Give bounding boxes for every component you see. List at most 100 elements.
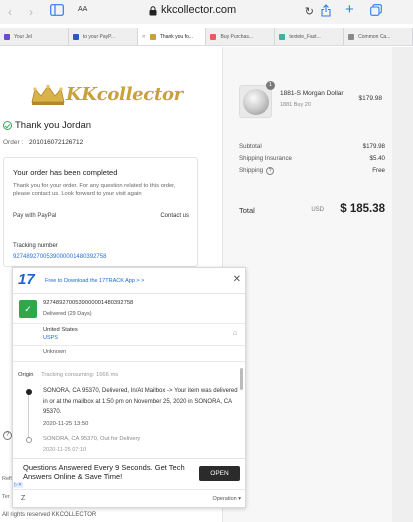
product-price: $179.98	[358, 95, 383, 102]
kkcollector-logo[interactable]: KKcollector	[30, 82, 183, 108]
tracking-popup-header: 17 Free to Download the 17TRACK App > > …	[13, 268, 245, 294]
url-text[interactable]: kkcollector.com	[161, 4, 236, 16]
browser-tab[interactable]: textele_Fast...	[275, 28, 345, 45]
popup-tracking-number: 9274892700539000001480392758	[43, 300, 134, 306]
refund-link[interactable]: Refl	[2, 476, 12, 482]
ad-close-icon[interactable]: ▷✕	[13, 482, 24, 488]
origin-header: Origin Tracking consuming: 1666 ms	[18, 372, 118, 378]
browser-tab[interactable]: Buy Purchas...	[206, 28, 276, 45]
forward-icon[interactable]: ›	[29, 4, 33, 20]
order-completed-title: Your order has been completed	[13, 168, 118, 177]
divider	[13, 323, 245, 324]
tab-label: Your Jel	[14, 33, 32, 40]
ad-banner[interactable]: Questions Answered Every 9 Seconds. Get …	[13, 458, 245, 488]
divider	[13, 345, 245, 346]
subtotal-value: $179.98	[362, 143, 385, 150]
tracking-number-link[interactable]: 9274892700539000001480392758	[13, 254, 106, 260]
shipping-insurance-row: Shipping Insurance $5.40	[239, 155, 385, 162]
page-edge	[392, 47, 413, 522]
tab-label: Thank you fo...	[159, 33, 193, 40]
subtotal-label: Subtotal	[239, 143, 262, 150]
shipping-label: Shipping	[239, 167, 264, 174]
back-icon[interactable]: ‹	[8, 4, 12, 20]
check-circle-icon	[3, 121, 12, 130]
terms-link[interactable]: Ter	[2, 494, 10, 500]
browser-toolbar: ‹ › AA kkcollector.com ↻ +	[0, 0, 413, 24]
lock-icon	[149, 6, 157, 16]
tracking-popup: 17 Free to Download the 17TRACK App > > …	[12, 267, 246, 508]
order-number: Order : 201016072126712	[3, 139, 84, 146]
tracking-event-time: 2020-11-25 07:10	[43, 447, 87, 453]
shipping-insurance-label: Shipping Insurance	[239, 155, 292, 162]
ad-text[interactable]: Questions Answered Every 9 Seconds. Get …	[23, 463, 193, 481]
contact-us-link[interactable]: Contact us	[160, 213, 189, 219]
home-icon[interactable]: ⌂	[233, 330, 237, 337]
order-label: Order	[3, 139, 20, 146]
tab-label: to your PayP...	[82, 33, 115, 40]
total-value: $ 185.38	[340, 203, 385, 215]
operation-menu[interactable]: Operation ▾	[213, 496, 241, 502]
delivered-check-icon: ✓	[19, 300, 37, 318]
coin-image	[243, 89, 269, 115]
order-summary-pane: 1 1881-S Morgan Dollar 1881 Buy 20 $179.…	[222, 47, 392, 522]
tab-label: Common Ca...	[358, 33, 391, 40]
browser-tab[interactable]: ✕ Thank you fo...	[137, 28, 207, 45]
tracking-event-delivered: SONORA, CA 95370, Delivered, In/At Mailb…	[43, 388, 238, 415]
favicon-icon	[4, 33, 10, 40]
total-label: Total	[239, 206, 255, 215]
favicon-icon	[149, 33, 156, 40]
share-icon[interactable]	[321, 4, 331, 21]
order-status-card: Your order has been completed Thank you …	[3, 157, 198, 267]
tab-bar: Your Jel to your PayP... ✕ Thank you fo... B…	[0, 28, 413, 46]
help-icon[interactable]: ?	[3, 431, 12, 440]
order-completed-message: Thank you for your order. For any questi…	[13, 183, 176, 197]
total-currency: USD	[311, 207, 324, 213]
thank-you-heading: Thank you Jordan	[3, 120, 91, 131]
carrier-name[interactable]: USPS	[43, 335, 58, 341]
tab-label: Buy Purchas...	[220, 33, 253, 40]
browser-tab[interactable]: to your PayP...	[69, 28, 138, 45]
close-tab-icon[interactable]: ✕	[142, 34, 146, 40]
browser-tab[interactable]: Your Jel	[0, 28, 69, 45]
delivered-status: Delivered (29 Days)	[43, 311, 92, 317]
favicon-icon	[348, 33, 355, 40]
tracking-consuming-text: Tracking consuming: 1666 ms	[41, 372, 119, 378]
timeline-dot-current	[26, 389, 32, 395]
order-number-value: 201016072126712	[29, 139, 84, 146]
close-icon[interactable]: ✕	[233, 274, 241, 285]
tab-label: textele_Fast...	[289, 33, 321, 40]
tracking-popup-footer: Z Operation ▾	[13, 489, 245, 507]
thank-you-text: Thank you Jordan	[15, 120, 92, 131]
reader-aa-button[interactable]: AA	[78, 6, 87, 13]
divider	[13, 361, 245, 362]
favicon-icon	[72, 33, 79, 40]
translate-icon[interactable]: Z	[21, 495, 25, 502]
reload-icon[interactable]: ↻	[305, 5, 314, 18]
browser-tab[interactable]: Common Ca...	[344, 28, 413, 45]
download-app-link[interactable]: Free to Download the 17TRACK App > >	[45, 278, 144, 284]
destination-unknown: Unknown	[43, 349, 66, 355]
tracking-event-out-for-delivery: SONORA, CA 95370, Out for Delivery	[43, 436, 141, 442]
timeline-dot	[26, 437, 32, 443]
ad-open-button[interactable]: OPEN	[199, 466, 240, 481]
payment-method: Pay with PayPal	[13, 213, 57, 219]
tabs-overview-icon[interactable]	[370, 4, 382, 20]
17track-logo: 17	[18, 271, 35, 288]
shipping-help-icon[interactable]: ?	[266, 167, 275, 175]
sidebar-icon[interactable]	[50, 4, 64, 20]
quantity-badge: 1	[266, 81, 275, 90]
tracking-label: Tracking number	[13, 243, 58, 249]
favicon-icon	[279, 33, 286, 40]
product-name: 1881-S Morgan Dollar	[280, 90, 344, 97]
shipping-row: Shipping? Free	[239, 167, 385, 175]
subtotal-row: Subtotal $179.98	[239, 143, 385, 150]
product-variant: 1881 Buy 20	[280, 102, 311, 108]
favicon-icon	[210, 33, 217, 40]
operation-label: Operation	[212, 496, 237, 502]
shipping-value: Free	[372, 167, 385, 174]
address-bar[interactable]: AA kkcollector.com ↻	[78, 4, 314, 20]
new-tab-icon[interactable]: +	[345, 2, 354, 18]
footer-copyright: All rights reserved KKCOLLECTOR	[2, 512, 97, 518]
shipping-insurance-value: $5.40	[369, 155, 385, 162]
tracking-event-time: 2020-11-25 13:50	[43, 421, 89, 427]
